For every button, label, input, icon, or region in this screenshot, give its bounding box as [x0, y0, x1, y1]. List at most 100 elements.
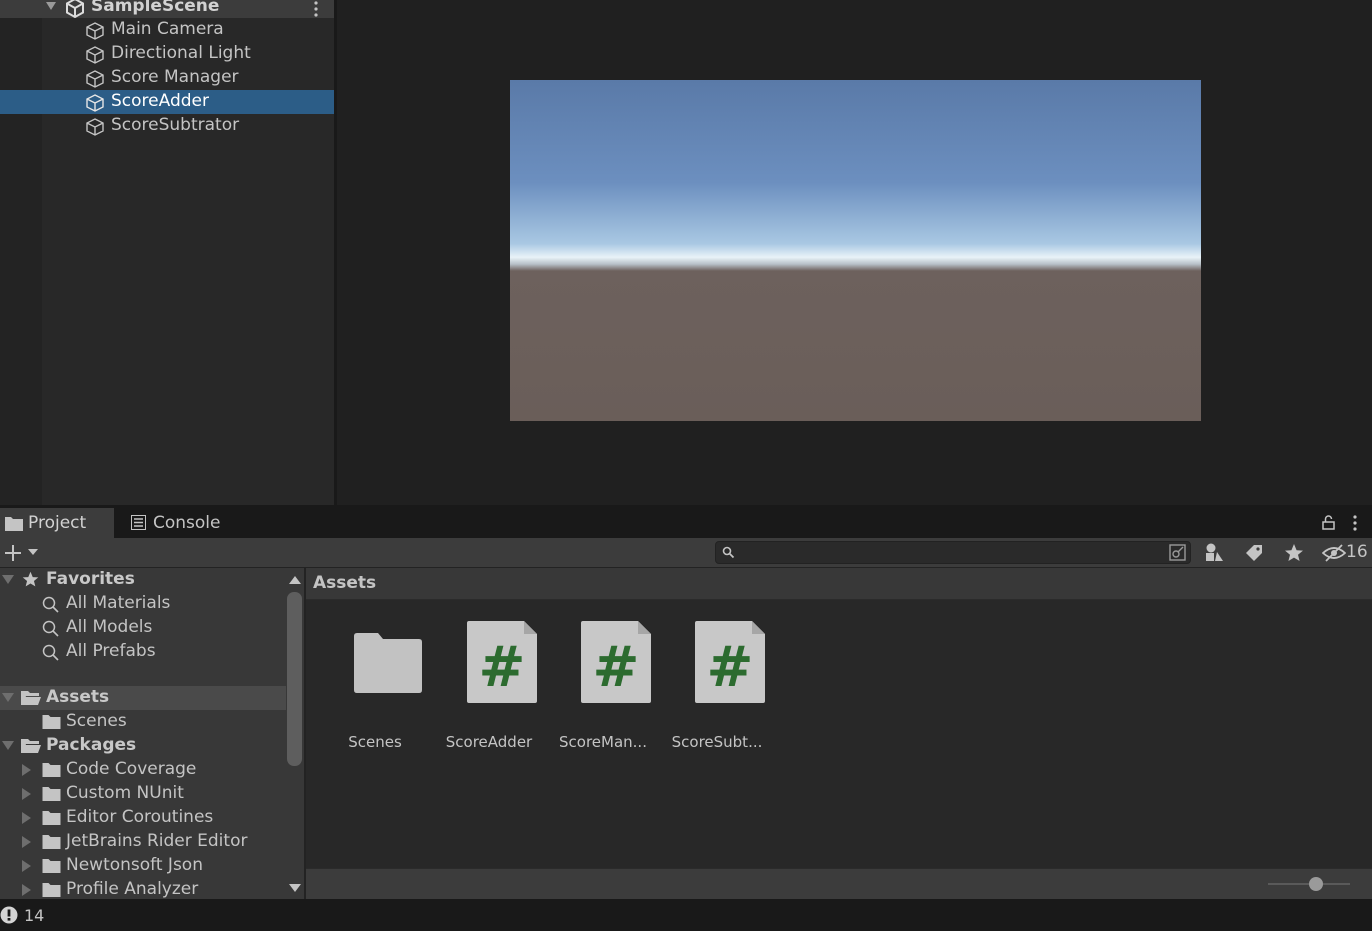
hierarchy-item-score-subtrator[interactable]: ScoreSubtrator: [0, 114, 334, 138]
hierarchy-item-label: Score Manager: [111, 67, 239, 87]
tree-item-jetbrains-rider-editor[interactable]: JetBrains Rider Editor: [0, 830, 286, 854]
csharp-script-icon: #: [581, 621, 651, 703]
hierarchy-item-directional-light[interactable]: Directional Light: [0, 42, 334, 66]
tab-label: Console: [153, 513, 221, 533]
status-bar: 14: [0, 899, 1372, 931]
tree-item-all-models[interactable]: All Models: [0, 616, 286, 640]
folder-icon: [42, 715, 61, 729]
hierarchy-item-main-camera[interactable]: Main Camera: [0, 18, 334, 42]
search-input[interactable]: [715, 541, 1191, 564]
project-folder-tree: Favorites All Materials All Models All P…: [0, 568, 286, 899]
bottom-tab-bar: Project Console: [0, 508, 1372, 538]
hidden-packages-eye-icon[interactable]: [1322, 543, 1346, 563]
cube-icon: [86, 22, 104, 40]
tree-item-newtonsoft-json[interactable]: Newtonsoft Json: [0, 854, 286, 878]
unity-logo-icon: [66, 0, 84, 18]
scene-foldout-arrow-icon[interactable]: [44, 0, 58, 14]
breadcrumb[interactable]: Assets: [313, 573, 376, 593]
tree-label: Newtonsoft Json: [66, 855, 203, 875]
tree-item-code-coverage[interactable]: Code Coverage: [0, 758, 286, 782]
hidden-count: 16: [1346, 542, 1368, 562]
create-button[interactable]: [0, 538, 44, 567]
tree-label: Editor Coroutines: [66, 807, 214, 827]
foldout-collapsed-icon[interactable]: [22, 836, 32, 848]
scroll-up-arrow-icon[interactable]: [289, 576, 301, 584]
tree-item-assets[interactable]: Assets: [0, 686, 286, 710]
tree-label: Custom NUnit: [66, 783, 184, 803]
cube-icon: [86, 118, 104, 136]
tree-item-editor-coroutines[interactable]: Editor Coroutines: [0, 806, 286, 830]
kebab-menu-icon[interactable]: [312, 0, 320, 18]
hierarchy-item-score-adder[interactable]: ScoreAdder: [0, 90, 334, 114]
csharp-script-icon: #: [695, 621, 765, 703]
cube-icon: [86, 70, 104, 88]
foldout-expanded-icon[interactable]: [2, 693, 14, 703]
asset-name: ScoreSubt...: [671, 733, 763, 751]
asset-name: Scenes: [348, 733, 402, 751]
tree-item-all-prefabs[interactable]: All Prefabs: [0, 640, 286, 664]
foldout-expanded-icon[interactable]: [2, 741, 14, 751]
assets-breadcrumb-bar: Assets: [306, 568, 1372, 600]
tree-item-favorites[interactable]: Favorites: [0, 568, 286, 592]
foldout-expanded-icon[interactable]: [2, 575, 14, 585]
tree-label: All Materials: [66, 593, 171, 613]
scene-header-row[interactable]: SampleScene: [0, 0, 334, 18]
filter-by-label-icon[interactable]: [1243, 542, 1265, 564]
kebab-menu-icon[interactable]: [1351, 514, 1359, 532]
asset-name: ScoreAdder: [445, 733, 533, 751]
zoom-slider-thumb[interactable]: [1308, 877, 1323, 891]
search-by-type-icon[interactable]: [1168, 543, 1187, 562]
folder-icon: [42, 859, 61, 873]
foldout-collapsed-icon[interactable]: [22, 764, 32, 776]
search-icon: [722, 546, 735, 559]
tree-label: All Models: [66, 617, 153, 637]
console-icon: [131, 515, 146, 530]
tree-item-scenes[interactable]: Scenes: [0, 710, 286, 734]
tab-project[interactable]: Project: [0, 508, 114, 538]
scene-name: SampleScene: [91, 0, 220, 16]
csharp-script-icon: #: [467, 621, 537, 703]
foldout-collapsed-icon[interactable]: [22, 884, 32, 896]
tab-label: Project: [28, 513, 87, 533]
star-icon: [22, 571, 39, 587]
assets-grid: Scenes # ScoreAdder # ScoreMan... # Scor…: [306, 600, 1372, 868]
warning-icon[interactable]: [0, 906, 18, 924]
plus-icon: [5, 545, 21, 561]
folder-icon: [42, 883, 61, 897]
tree-label: Profile Analyzer: [66, 879, 199, 899]
foldout-collapsed-icon[interactable]: [22, 788, 32, 800]
tree-label: Packages: [46, 735, 137, 755]
tree-scrollbar[interactable]: [286, 568, 304, 899]
foldout-collapsed-icon[interactable]: [22, 860, 32, 872]
tree-label: All Prefabs: [66, 641, 156, 661]
warning-count: 14: [24, 906, 45, 925]
folder-open-icon: [21, 691, 41, 705]
tree-scrollbar-thumb[interactable]: [287, 592, 302, 766]
foldout-collapsed-icon[interactable]: [22, 812, 32, 824]
filter-by-type-icon[interactable]: [1203, 542, 1225, 564]
tree-item-profile-analyzer[interactable]: Profile Analyzer: [0, 878, 286, 899]
chevron-down-icon: [28, 549, 38, 555]
hierarchy-item-score-manager[interactable]: Score Manager: [0, 66, 334, 90]
tab-console[interactable]: Console: [116, 508, 232, 538]
svg-text:#: #: [707, 635, 754, 700]
tree-item-packages[interactable]: Packages: [0, 734, 286, 758]
tree-label: Favorites: [46, 569, 135, 589]
folder-icon: [5, 517, 23, 531]
lock-icon[interactable]: [1322, 515, 1335, 530]
tree-item-all-materials[interactable]: All Materials: [0, 592, 286, 616]
tree-item-custom-nunit[interactable]: Custom NUnit: [0, 782, 286, 806]
hierarchy-item-label: Main Camera: [111, 19, 224, 39]
hierarchy-panel: SampleScene Main Camera Directional Ligh…: [0, 0, 334, 505]
hierarchy-item-label: Directional Light: [111, 43, 251, 63]
svg-text:#: #: [479, 635, 526, 700]
folder-icon: [42, 763, 61, 777]
tree-label: Code Coverage: [66, 759, 197, 779]
game-render-frame[interactable]: [510, 80, 1201, 421]
scroll-down-arrow-icon[interactable]: [289, 884, 301, 892]
search-icon: [42, 596, 59, 613]
folder-icon: [42, 835, 61, 849]
svg-text:#: #: [593, 635, 640, 700]
star-icon[interactable]: [1283, 542, 1305, 564]
tree-label: Scenes: [66, 711, 127, 731]
